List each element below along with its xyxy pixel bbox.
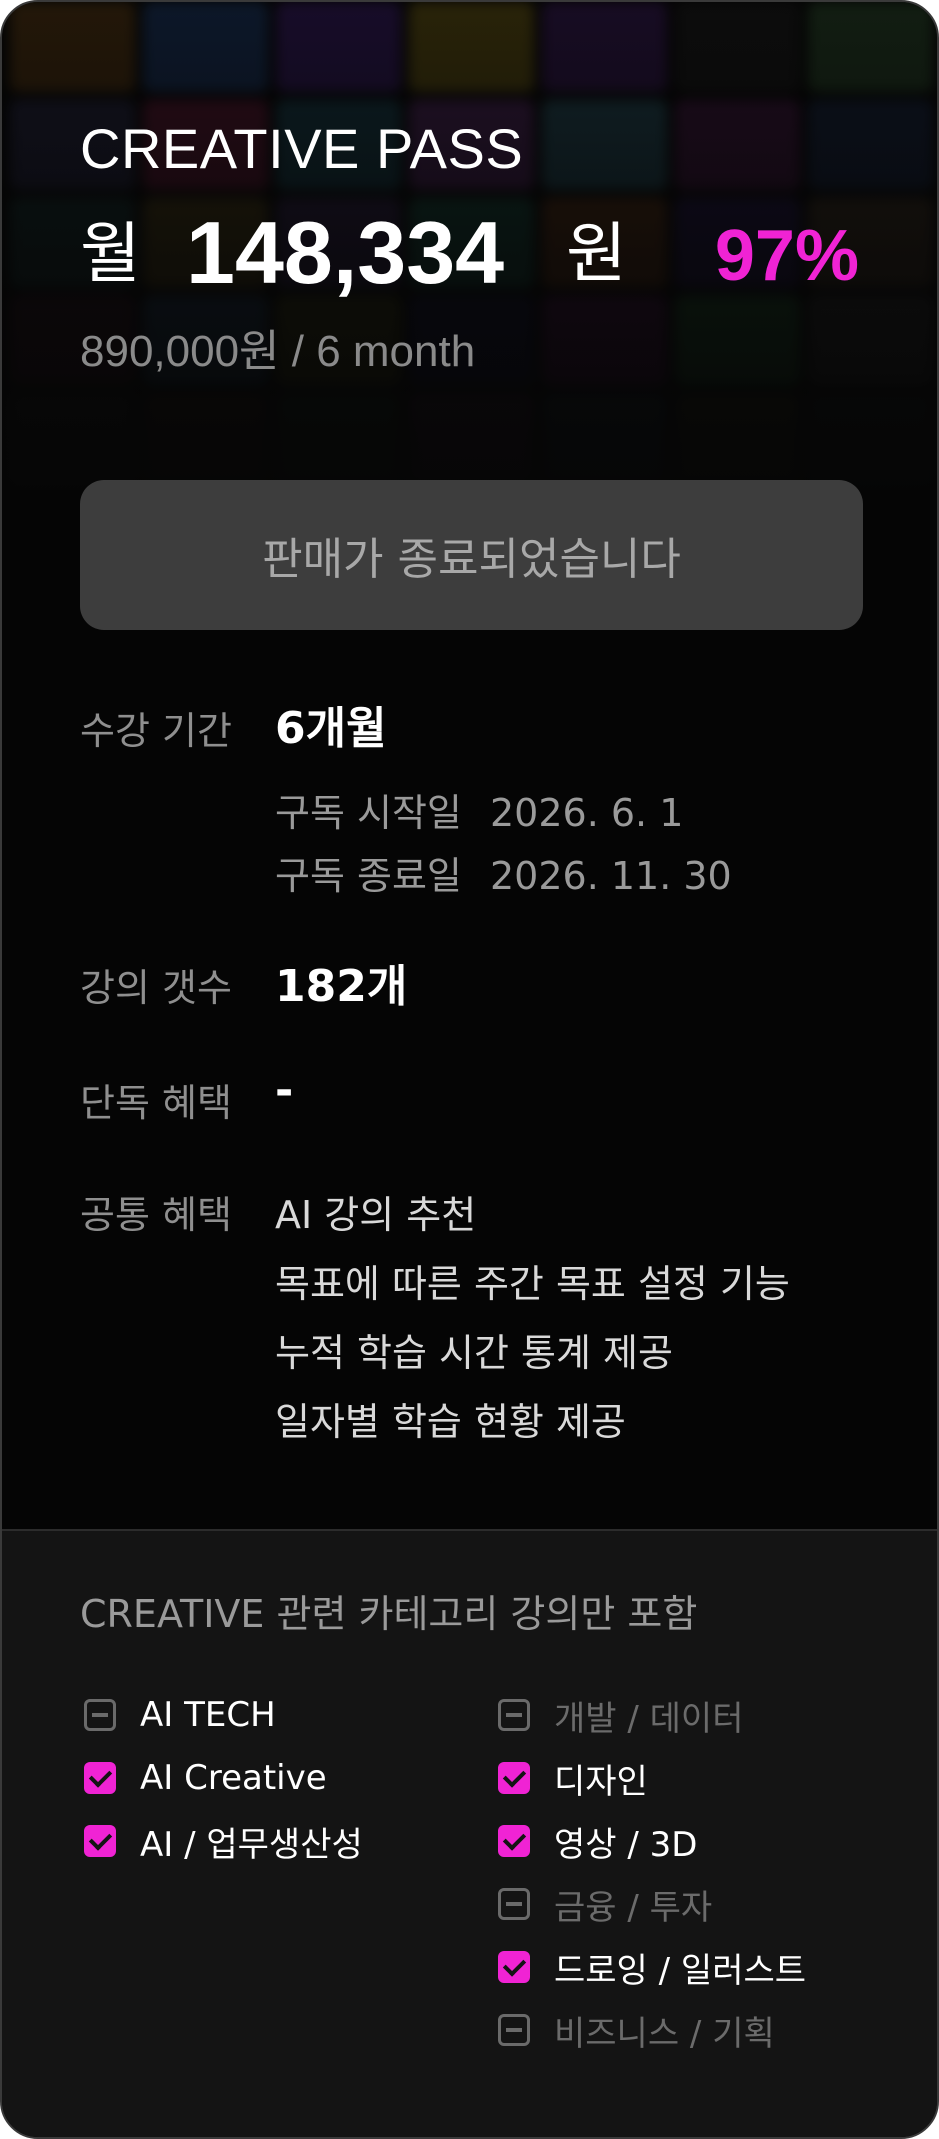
checked-checkbox-icon [498, 1951, 530, 1983]
common-benefit: 일자별 학습 현황 제공 [275, 1400, 626, 1444]
common-benefit: AI 강의 추천 [275, 1193, 477, 1237]
partial-checkbox-icon [498, 2014, 530, 2046]
category-label: 비즈니스 / 기획 [554, 2013, 775, 2054]
exclusive-label: 단독 혜택 [80, 1081, 232, 1125]
category-item: AI TECH [84, 1693, 276, 1737]
price-header: CREATIVE PASS 월 148,334 원 97% 890,000원 /… [80, 114, 859, 380]
lectures-value: 182개 [275, 961, 408, 1012]
category-item: 금융 / 투자 [498, 1882, 713, 1928]
exclusive-value: - [275, 1065, 294, 1116]
category-item: 개발 / 데이터 [498, 1693, 744, 1739]
end-date-row: 구독 종료일 2026. 11. 30 [275, 845, 732, 900]
category-item: 비즈니스 / 기획 [498, 2008, 775, 2054]
pass-card: CREATIVE PASS 월 148,334 원 97% 890,000원 /… [0, 0, 939, 2139]
start-date-label: 구독 시작일 [275, 791, 462, 835]
category-item: AI / 업무생산성 [84, 1819, 363, 1865]
lectures-label: 강의 갯수 [80, 966, 232, 1010]
common-benefit: 누적 학습 시간 통계 제공 [275, 1331, 673, 1375]
category-label: AI / 업무생산성 [140, 1824, 363, 1865]
common-benefit: 목표에 따른 주간 목표 설정 기능 [275, 1262, 790, 1306]
sale-ended-button[interactable]: 판매가 종료되었습니다 [80, 480, 863, 630]
category-label: AI Creative [140, 1758, 327, 1798]
checked-checkbox-icon [84, 1825, 116, 1857]
category-label: 디자인 [554, 1761, 648, 1802]
partial-checkbox-icon [498, 1888, 530, 1920]
common-label: 공통 혜택 [80, 1193, 232, 1237]
price-unit: 원 [566, 215, 627, 292]
start-date-value: 2026. 6. 1 [490, 791, 684, 835]
category-label: 금융 / 투자 [554, 1887, 713, 1928]
category-label: AI TECH [140, 1695, 276, 1735]
checked-checkbox-icon [498, 1825, 530, 1857]
checked-checkbox-icon [498, 1762, 530, 1794]
category-label: 개발 / 데이터 [554, 1698, 744, 1739]
period-label: 수강 기간 [80, 709, 232, 753]
partial-checkbox-icon [498, 1699, 530, 1731]
category-item: 영상 / 3D [498, 1819, 698, 1865]
category-item: AI Creative [84, 1756, 327, 1800]
checked-checkbox-icon [84, 1762, 116, 1794]
category-item: 드로잉 / 일러스트 [498, 1945, 807, 1991]
category-label: 영상 / 3D [554, 1824, 698, 1865]
pass-title: CREATIVE PASS [80, 117, 524, 180]
end-date-value: 2026. 11. 30 [490, 854, 732, 898]
price-prefix: 월 [80, 215, 141, 292]
category-title: CREATIVE 관련 카테고리 강의만 포함 [80, 1592, 698, 1636]
partial-checkbox-icon [84, 1699, 116, 1731]
discount-badge: 97% [714, 216, 859, 296]
start-date-row: 구독 시작일 2026. 6. 1 [275, 782, 683, 837]
category-item: 디자인 [498, 1756, 648, 1802]
monthly-price: 148,334 [186, 203, 505, 302]
period-value: 6개월 [275, 703, 387, 754]
category-label: 드로잉 / 일러스트 [554, 1950, 807, 1991]
end-date-label: 구독 종료일 [275, 854, 462, 898]
price-row: 월 148,334 원 97% [80, 198, 859, 308]
original-price: 890,000원 / 6 month [80, 327, 476, 376]
category-panel: CREATIVE 관련 카테고리 강의만 포함 AI TECH AI Creat… [2, 1529, 937, 2137]
